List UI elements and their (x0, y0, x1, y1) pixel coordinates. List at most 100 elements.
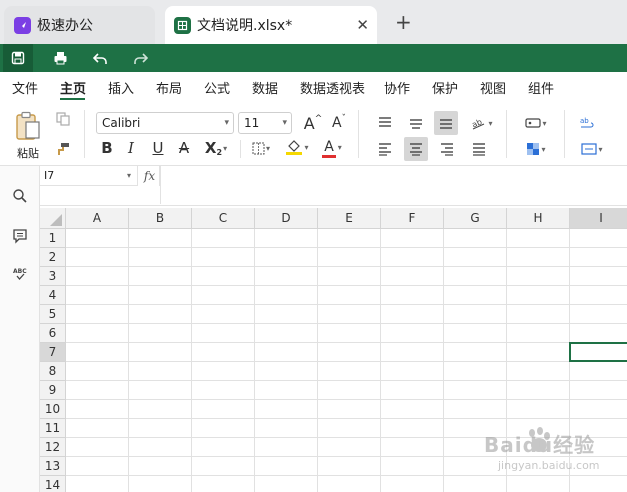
align-right-icon[interactable] (436, 138, 458, 160)
ribbon-separator (506, 110, 507, 158)
strikethrough-button[interactable]: A (175, 138, 193, 158)
row-header-8[interactable]: 8 (40, 362, 66, 381)
font-size-select[interactable]: 11 ▾ (238, 112, 292, 134)
print-icon[interactable] (45, 44, 75, 72)
column-header-a[interactable]: A (66, 208, 129, 229)
row-header-9[interactable]: 9 (40, 381, 66, 400)
copy-icon[interactable] (54, 110, 72, 128)
tab-document[interactable]: 文档说明.xlsx* ✕ (165, 6, 377, 44)
column-header-d[interactable]: D (255, 208, 318, 229)
formula-input[interactable] (164, 168, 624, 184)
column-header-f[interactable]: F (381, 208, 444, 229)
grid-row-line (66, 323, 627, 324)
column-header-b[interactable]: B (129, 208, 192, 229)
paste-label[interactable]: 粘贴 (17, 145, 39, 161)
menu-plugins[interactable]: 组件 (528, 78, 554, 97)
spellcheck-icon[interactable]: ABC (10, 264, 30, 284)
borders-icon (252, 142, 265, 154)
menu-formula[interactable]: 公式 (204, 78, 230, 97)
number-format-icon (525, 118, 542, 128)
row-header-11[interactable]: 11 (40, 419, 66, 438)
grid-row-line (66, 418, 627, 419)
row-header-4[interactable]: 4 (40, 286, 66, 305)
menu-view[interactable]: 视图 (480, 78, 506, 97)
new-tab-icon[interactable]: + (395, 12, 412, 32)
tab-document-label: 文档说明.xlsx* (197, 18, 293, 34)
subscript-letter: X (204, 139, 217, 157)
left-sidebar: ABC (0, 166, 40, 492)
italic-button[interactable]: I (122, 138, 140, 158)
menu-pivot-table[interactable]: 数据透视表 (300, 78, 365, 97)
conditional-format-button[interactable]: ▾ (520, 138, 552, 160)
align-top-icon[interactable] (374, 112, 396, 134)
borders-button[interactable]: ▾ (248, 138, 274, 158)
chevron-down-icon: ▾ (126, 171, 131, 180)
bold-button[interactable]: B (98, 138, 116, 158)
svg-text:ab: ab (471, 117, 483, 129)
menu-collaborate[interactable]: 协作 (384, 78, 410, 97)
row-header-14[interactable]: 14 (40, 476, 66, 492)
insert-function-button[interactable]: fx (140, 166, 160, 186)
font-name-value: Calibri (102, 116, 141, 130)
tab-app-home[interactable]: 极速办公 (4, 6, 155, 44)
ribbon-separator (84, 110, 85, 158)
column-header-h[interactable]: H (507, 208, 570, 229)
text-orientation-button[interactable]: ab ▾ (466, 112, 498, 134)
baidu-watermark: Baidu经验 jingyan.baidu.com (480, 425, 620, 485)
chevron-down-icon: ▾ (223, 143, 228, 153)
comment-icon[interactable] (10, 226, 30, 246)
align-center-icon[interactable] (404, 137, 428, 161)
increase-font-button[interactable]: A ^ (302, 112, 324, 134)
row-header-13[interactable]: 13 (40, 457, 66, 476)
active-cell[interactable] (569, 342, 627, 362)
menu-data[interactable]: 数据 (252, 78, 278, 97)
ribbon: 粘贴 Calibri ▾ 11 ▾ A ^ Aˇ B I U A X 2 ▾ ▾ ▾ … (0, 102, 627, 166)
column-header-i[interactable]: I (570, 208, 627, 229)
wrap-text-icon[interactable]: ab (576, 112, 598, 134)
redo-icon[interactable] (125, 44, 155, 72)
merge-cells-button[interactable]: ▾ (576, 138, 608, 160)
font-name-select[interactable]: Calibri ▾ (96, 112, 234, 134)
select-all-corner[interactable] (40, 208, 66, 229)
undo-icon[interactable] (85, 44, 115, 72)
save-icon[interactable] (3, 44, 33, 72)
row-header-1[interactable]: 1 (40, 229, 66, 248)
row-header-12[interactable]: 12 (40, 438, 66, 457)
formula-separator (160, 166, 161, 204)
align-left-icon[interactable] (374, 138, 396, 160)
row-header-3[interactable]: 3 (40, 267, 66, 286)
font-color-button[interactable]: A ▾ (318, 136, 348, 158)
align-bottom-icon[interactable] (434, 111, 458, 135)
active-menu-indicator (60, 98, 85, 100)
ribbon-separator (240, 140, 241, 158)
align-middle-icon[interactable] (405, 112, 427, 134)
grid-row-line (66, 342, 627, 343)
ribbon-separator (358, 110, 359, 158)
fill-color-button[interactable]: ▾ (282, 136, 312, 158)
menu-file[interactable]: 文件 (12, 78, 38, 97)
underline-button[interactable]: U (149, 138, 167, 158)
menu-layout[interactable]: 布局 (156, 78, 182, 97)
grid-row-line (66, 285, 627, 286)
number-format-button[interactable]: ▾ (520, 112, 552, 134)
name-box[interactable]: I7 ▾ (40, 166, 138, 186)
row-header-6[interactable]: 6 (40, 324, 66, 343)
menu-insert[interactable]: 插入 (108, 78, 134, 97)
menu-protect[interactable]: 保护 (432, 78, 458, 97)
subscript-button[interactable]: X 2 ▾ (201, 138, 231, 158)
align-justify-icon[interactable] (468, 138, 490, 160)
column-header-g[interactable]: G (444, 208, 507, 229)
close-tab-icon[interactable]: ✕ (356, 16, 369, 34)
search-icon[interactable] (10, 186, 30, 206)
merge-cells-icon (581, 143, 598, 155)
row-header-5[interactable]: 5 (40, 305, 66, 324)
column-header-c[interactable]: C (192, 208, 255, 229)
row-header-7[interactable]: 7 (40, 343, 66, 362)
column-header-e[interactable]: E (318, 208, 381, 229)
decrease-font-button[interactable]: Aˇ (328, 112, 350, 134)
menu-home[interactable]: 主页 (60, 78, 86, 97)
paste-icon[interactable] (12, 110, 44, 142)
format-painter-icon[interactable] (54, 140, 72, 158)
row-header-10[interactable]: 10 (40, 400, 66, 419)
row-header-2[interactable]: 2 (40, 248, 66, 267)
